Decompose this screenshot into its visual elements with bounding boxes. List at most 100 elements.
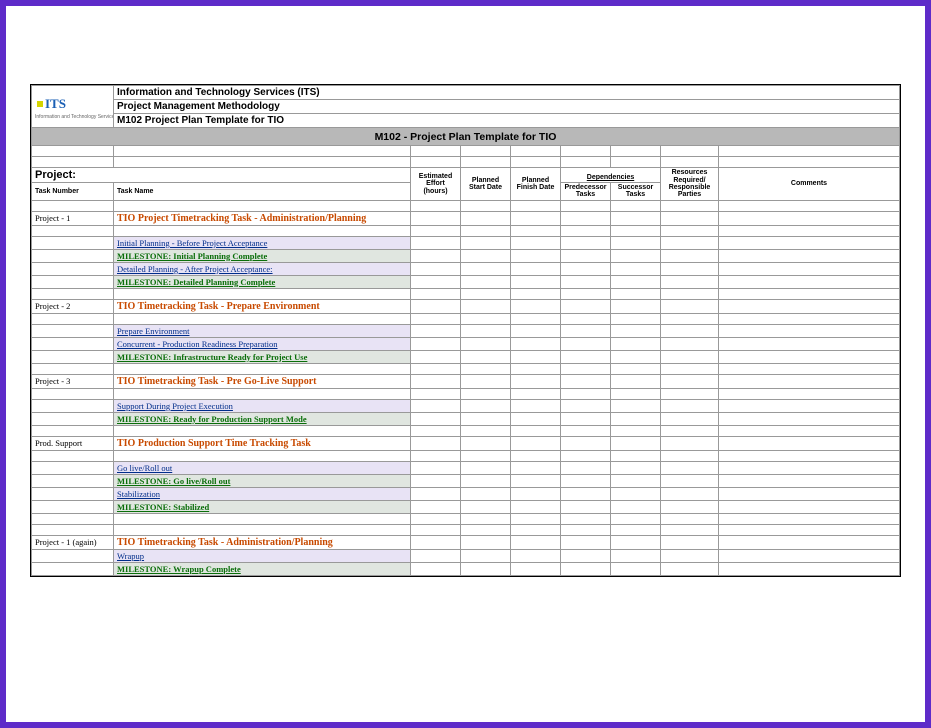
data-cell[interactable] (561, 399, 611, 412)
data-cell[interactable] (411, 549, 461, 562)
data-cell[interactable] (461, 374, 511, 388)
data-cell[interactable] (461, 474, 511, 487)
data-cell[interactable] (411, 474, 461, 487)
task-name-cell[interactable] (114, 513, 411, 524)
task-number-cell[interactable] (32, 236, 114, 249)
data-cell[interactable] (719, 211, 900, 225)
task-number-cell[interactable]: Prod. Support (32, 436, 114, 450)
data-cell[interactable] (511, 500, 561, 513)
data-cell[interactable] (511, 513, 561, 524)
data-cell[interactable] (611, 487, 661, 500)
data-cell[interactable] (411, 513, 461, 524)
task-number-cell[interactable]: Project - 3 (32, 374, 114, 388)
data-cell[interactable] (661, 225, 719, 236)
data-cell[interactable] (661, 399, 719, 412)
data-cell[interactable] (611, 262, 661, 275)
task-name-cell[interactable]: Support During Project Execution (114, 399, 411, 412)
data-cell[interactable] (661, 337, 719, 350)
data-cell[interactable] (719, 535, 900, 549)
task-number-cell[interactable] (32, 500, 114, 513)
data-cell[interactable] (561, 562, 611, 575)
task-name-cell[interactable] (114, 288, 411, 299)
data-cell[interactable] (661, 461, 719, 474)
task-name-cell[interactable] (114, 425, 411, 436)
data-cell[interactable] (611, 474, 661, 487)
data-cell[interactable] (461, 350, 511, 363)
task-name-cell[interactable]: TIO Timetracking Task - Pre Go-Live Supp… (114, 374, 411, 388)
data-cell[interactable] (511, 374, 561, 388)
data-cell[interactable] (561, 436, 611, 450)
data-cell[interactable] (611, 299, 661, 313)
data-cell[interactable] (461, 313, 511, 324)
task-name-cell[interactable]: MILESTONE: Ready for Production Support … (114, 412, 411, 425)
task-name-cell[interactable] (114, 363, 411, 374)
data-cell[interactable] (511, 288, 561, 299)
data-cell[interactable] (461, 288, 511, 299)
data-cell[interactable] (661, 425, 719, 436)
data-cell[interactable] (561, 262, 611, 275)
data-cell[interactable] (461, 324, 511, 337)
data-cell[interactable] (719, 562, 900, 575)
data-cell[interactable] (411, 313, 461, 324)
task-name-cell[interactable] (114, 450, 411, 461)
task-number-cell[interactable] (32, 337, 114, 350)
data-cell[interactable] (411, 225, 461, 236)
data-cell[interactable] (719, 262, 900, 275)
data-cell[interactable] (719, 450, 900, 461)
data-cell[interactable] (411, 337, 461, 350)
data-cell[interactable] (461, 337, 511, 350)
task-number-cell[interactable] (32, 313, 114, 324)
data-cell[interactable] (611, 461, 661, 474)
data-cell[interactable] (461, 275, 511, 288)
data-cell[interactable] (611, 450, 661, 461)
data-cell[interactable] (561, 374, 611, 388)
data-cell[interactable] (511, 461, 561, 474)
data-cell[interactable] (611, 350, 661, 363)
task-name-cell[interactable]: MILESTONE: Wrapup Complete (114, 562, 411, 575)
task-name-cell[interactable] (114, 388, 411, 399)
data-cell[interactable] (661, 513, 719, 524)
task-name-cell[interactable]: TIO Timetracking Task - Prepare Environm… (114, 299, 411, 313)
task-name-cell[interactable]: MILESTONE: Infrastructure Ready for Proj… (114, 350, 411, 363)
data-cell[interactable] (719, 549, 900, 562)
task-number-cell[interactable] (32, 513, 114, 524)
task-number-cell[interactable] (32, 562, 114, 575)
data-cell[interactable] (561, 500, 611, 513)
data-cell[interactable] (561, 275, 611, 288)
data-cell[interactable] (411, 425, 461, 436)
data-cell[interactable] (511, 388, 561, 399)
data-cell[interactable] (611, 500, 661, 513)
data-cell[interactable] (561, 324, 611, 337)
task-name-cell[interactable]: MILESTONE: Initial Planning Complete (114, 249, 411, 262)
data-cell[interactable] (561, 513, 611, 524)
data-cell[interactable] (611, 388, 661, 399)
task-name-cell[interactable]: TIO Production Support Time Tracking Tas… (114, 436, 411, 450)
data-cell[interactable] (461, 363, 511, 374)
data-cell[interactable] (511, 487, 561, 500)
data-cell[interactable] (511, 524, 561, 535)
data-cell[interactable] (661, 262, 719, 275)
data-cell[interactable] (611, 236, 661, 249)
data-cell[interactable] (511, 363, 561, 374)
data-cell[interactable] (611, 313, 661, 324)
data-cell[interactable] (411, 461, 461, 474)
data-cell[interactable] (411, 236, 461, 249)
data-cell[interactable] (611, 524, 661, 535)
task-name-cell[interactable]: MILESTONE: Stabilized (114, 500, 411, 513)
data-cell[interactable] (719, 474, 900, 487)
data-cell[interactable] (719, 324, 900, 337)
data-cell[interactable] (719, 487, 900, 500)
data-cell[interactable] (611, 412, 661, 425)
data-cell[interactable] (611, 374, 661, 388)
data-cell[interactable] (661, 249, 719, 262)
data-cell[interactable] (719, 275, 900, 288)
task-number-cell[interactable] (32, 399, 114, 412)
task-number-cell[interactable] (32, 412, 114, 425)
data-cell[interactable] (561, 524, 611, 535)
data-cell[interactable] (719, 399, 900, 412)
data-cell[interactable] (461, 225, 511, 236)
data-cell[interactable] (511, 236, 561, 249)
task-name-cell[interactable] (114, 313, 411, 324)
data-cell[interactable] (561, 487, 611, 500)
data-cell[interactable] (561, 388, 611, 399)
